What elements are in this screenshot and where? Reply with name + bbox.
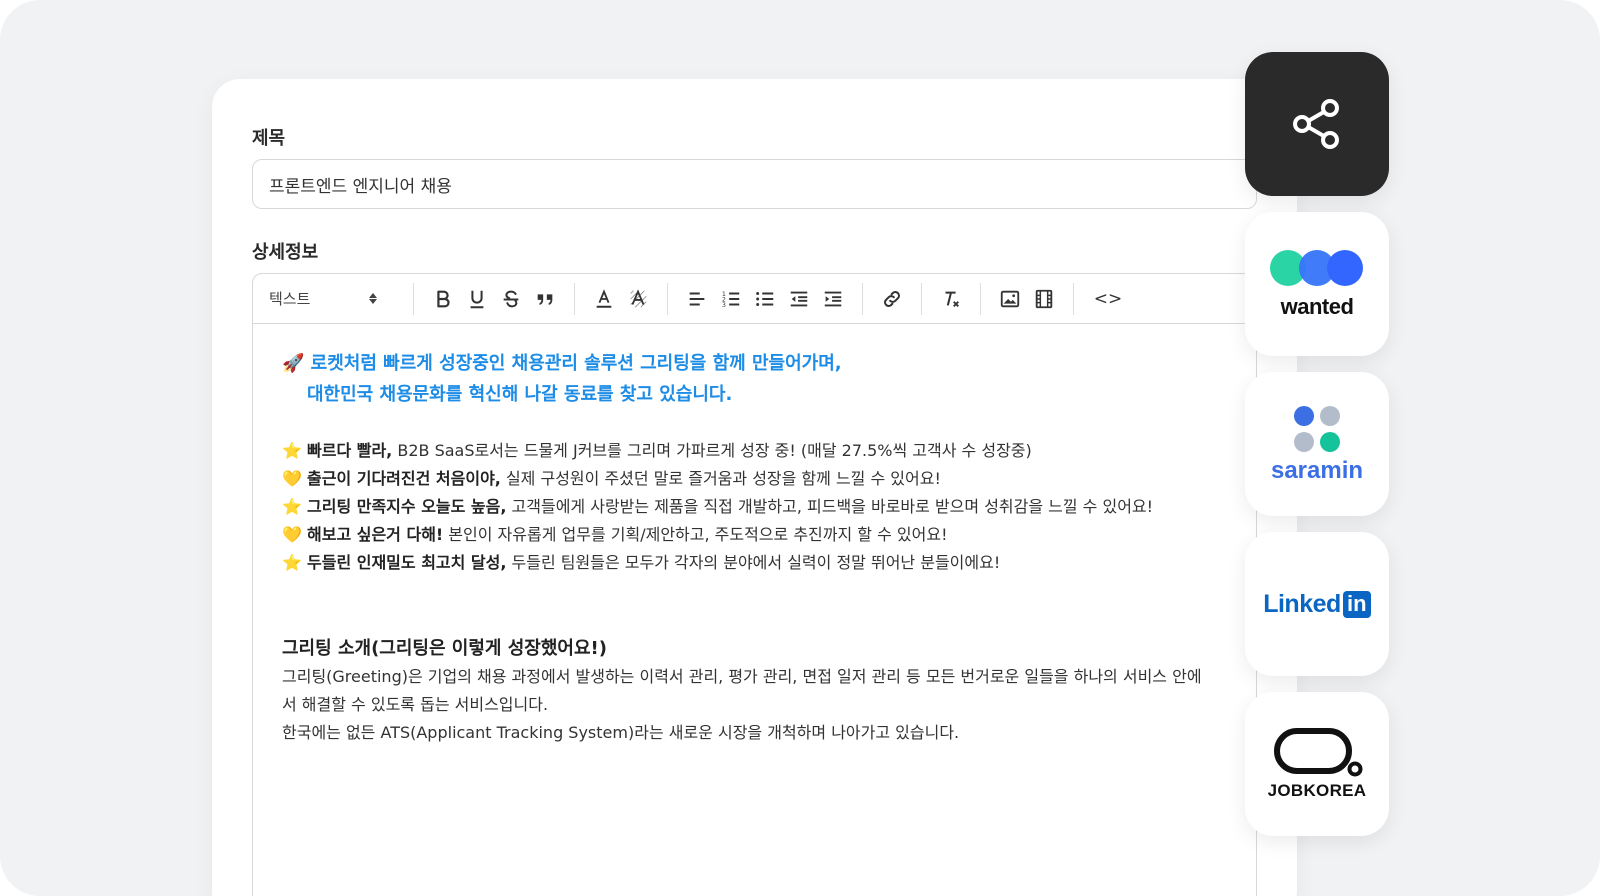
section-title: 그리팅 소개(그리팅은 이렇게 성장했어요!) xyxy=(282,638,607,659)
linkedin-share-button[interactable]: Linked in xyxy=(1245,532,1389,676)
section-line: 서 해결할 수 있도록 돕는 서비스입니다. xyxy=(282,695,549,714)
list-item: 💛 해보고 싶은거 다해! 본인이 자유롭게 업무를 기획/제안하고, 주도적으… xyxy=(282,525,948,544)
bold-icon xyxy=(437,290,450,307)
quote-button[interactable] xyxy=(528,283,562,315)
code-icon: <> xyxy=(1093,288,1123,309)
jobkorea-logo-text: JOBKOREA xyxy=(1267,781,1367,800)
title-input-value: 프론트엔드 엔지니어 채용 xyxy=(269,176,452,197)
app-frame: 제목 프론트엔드 엔지니어 채용 상세정보 텍스트 1 2 3 <> 🚀 로켓처… xyxy=(0,0,1600,896)
detail-label: 상세정보 xyxy=(252,242,319,263)
wanted-share-button[interactable]: wanted xyxy=(1245,212,1389,356)
underline-button[interactable] xyxy=(460,283,494,315)
editor-content[interactable]: 🚀 로켓처럼 빠르게 성장중인 채용관리 솔루션 그리팅을 함께 만들어가며, … xyxy=(253,324,1256,771)
toolbar-divider xyxy=(1073,282,1074,315)
text-color-icon xyxy=(596,288,612,308)
wanted-logo-text: wanted xyxy=(1280,294,1354,319)
strikethrough-icon xyxy=(503,290,519,307)
saramin-logo-icon xyxy=(1294,406,1340,452)
bullet-list-button[interactable] xyxy=(748,283,782,315)
intro-line-2: 대한민국 채용문화를 혁신해 나갈 동료를 찾고 있습니다. xyxy=(307,384,733,405)
clear-format-button[interactable] xyxy=(934,283,968,315)
share-icon xyxy=(1293,99,1339,149)
bold-button[interactable] xyxy=(426,283,460,315)
section-body: 그리팅(Greeting)은 기업의 채용 과정에서 발생하는 이력서 관리, … xyxy=(282,663,1227,747)
image-button[interactable] xyxy=(993,283,1027,315)
wanted-logo-icon xyxy=(1270,250,1363,286)
ordered-list-button[interactable]: 123 xyxy=(714,283,748,315)
rich-text-editor: 텍스트 1 2 3 <> 🚀 로켓처럼 빠르게 성장중인 채용관리 솔루션 그리… xyxy=(252,273,1257,896)
saramin-share-button[interactable]: saramin xyxy=(1245,372,1389,516)
image-icon xyxy=(1000,290,1020,307)
outdent-button[interactable] xyxy=(782,283,816,315)
share-button[interactable] xyxy=(1245,52,1389,196)
align-left-icon xyxy=(689,291,705,306)
link-icon xyxy=(884,290,900,307)
toolbar-divider xyxy=(862,282,863,315)
list-item: ⭐ 그리팅 만족지수 오늘도 높음, 고객들에게 사랑받는 제품을 직접 개발하… xyxy=(282,497,1154,516)
video-button[interactable] xyxy=(1027,283,1061,315)
indent-button[interactable] xyxy=(816,283,850,315)
clear-format-icon xyxy=(945,291,959,307)
bullet-list-icon xyxy=(756,291,774,306)
ordered-list-icon: 123 xyxy=(722,289,740,308)
list-item: 💛 출근이 기다려진건 처음이야, 실제 구성원이 주셨던 말로 즐거움과 성장… xyxy=(282,469,941,488)
underline-icon xyxy=(470,290,484,308)
format-select[interactable]: 텍스트 xyxy=(269,285,387,313)
title-input[interactable]: 프론트엔드 엔지니어 채용 xyxy=(252,159,1257,209)
linkedin-logo-icon: Linked in xyxy=(1263,590,1371,619)
section-line: 그리팅(Greeting)은 기업의 채용 과정에서 발생하는 이력서 관리, … xyxy=(282,667,1202,686)
code-button[interactable]: <> xyxy=(1086,283,1130,315)
list-item: ⭐ 빠르다 빨라, B2B SaaS로서는 드물게 J커브를 그리며 가파르게 … xyxy=(282,441,1032,460)
highlight-list: ⭐ 빠르다 빨라, B2B SaaS로서는 드물게 J커브를 그리며 가파르게 … xyxy=(282,437,1227,577)
intro-heading: 🚀 로켓처럼 빠르게 성장중인 채용관리 솔루션 그리팅을 함께 만들어가며, … xyxy=(282,348,1227,410)
intro-line-1: 🚀 로켓처럼 빠르게 성장중인 채용관리 솔루션 그리팅을 함께 만들어가며, xyxy=(282,353,842,374)
video-icon xyxy=(1035,289,1053,308)
toolbar-divider xyxy=(667,282,668,315)
align-left-button[interactable] xyxy=(680,283,714,315)
svg-text:3: 3 xyxy=(722,300,726,308)
section-line: 한국에는 없든 ATS(Applicant Tracking System)라는… xyxy=(282,723,960,742)
jobkorea-share-button[interactable]: JOBKOREA xyxy=(1245,692,1389,836)
list-item: ⭐ 두들린 인재밀도 최고치 달성, 두들린 팀원들은 모두가 각자의 분야에서… xyxy=(282,553,1001,572)
format-select-value: 텍스트 xyxy=(269,290,311,308)
highlight-icon xyxy=(630,288,647,308)
select-arrows-icon xyxy=(369,293,377,304)
toolbar-divider xyxy=(980,282,981,315)
toolbar-divider xyxy=(413,282,414,315)
text-color-button[interactable] xyxy=(587,283,621,315)
toolbar-divider xyxy=(921,282,922,315)
jobkorea-logo-icon xyxy=(1274,728,1363,777)
linkedin-logo-text: Linked xyxy=(1263,589,1341,618)
saramin-logo-text: saramin xyxy=(1270,457,1364,484)
indent-icon xyxy=(824,291,842,306)
toolbar-divider xyxy=(574,282,575,315)
outdent-icon xyxy=(790,291,808,306)
title-label: 제목 xyxy=(252,128,286,149)
strikethrough-button[interactable] xyxy=(494,283,528,315)
quote-icon xyxy=(537,293,553,305)
linkedin-in-badge: in xyxy=(1342,590,1371,618)
editor-toolbar: 텍스트 1 2 3 <> xyxy=(253,274,1256,324)
highlight-button[interactable] xyxy=(621,283,655,315)
link-button[interactable] xyxy=(875,283,909,315)
